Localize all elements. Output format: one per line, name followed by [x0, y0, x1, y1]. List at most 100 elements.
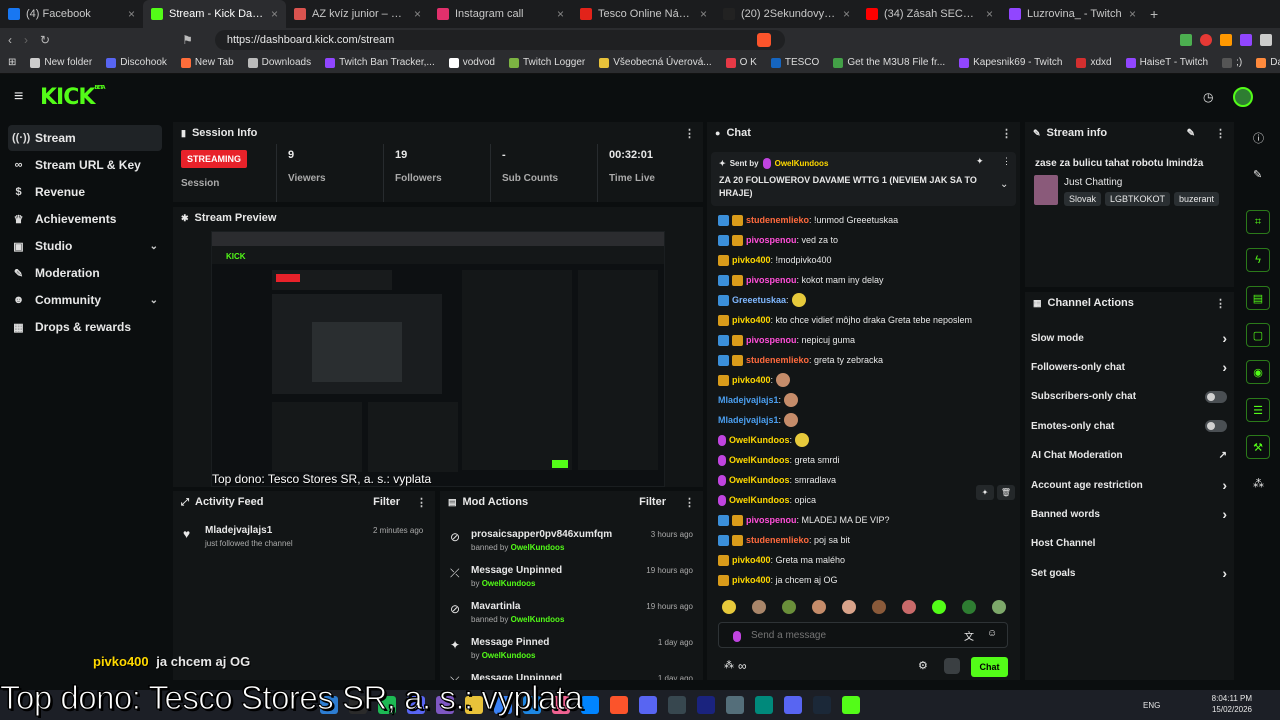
emote-icon[interactable] — [872, 600, 886, 614]
tag-chip[interactable]: LGBTKOKOT — [1105, 192, 1171, 206]
chat-input[interactable] — [751, 627, 941, 644]
chat-message[interactable]: pivospenou: nepicuj guma — [718, 333, 855, 347]
extension-icon[interactable] — [1200, 34, 1212, 46]
close-icon[interactable]: × — [1129, 7, 1136, 21]
chat-message[interactable]: OwelKundoos: opica — [718, 493, 816, 507]
send-chat-button[interactable]: Chat — [971, 657, 1008, 677]
chat-username[interactable]: pivko400 — [732, 315, 771, 325]
activity-filter-button[interactable]: Filter — [373, 496, 400, 508]
browser-tab[interactable]: Tesco Online Nákupy – Nákup × — [572, 0, 715, 28]
browser-tab[interactable]: (20) 2SekundovyMato on X: "I × — [715, 0, 858, 28]
chat-message[interactable]: OwelKundoos: greta smrdi — [718, 453, 840, 467]
more-options-icon[interactable]: ⋮ — [1215, 127, 1226, 140]
bookmark-item[interactable]: Twitch Ban Tracker,... — [325, 57, 435, 68]
url-field[interactable]: https://dashboard.kick.com/stream — [214, 30, 785, 50]
chat-username[interactable]: pivospenou — [746, 235, 797, 245]
infinity-icon[interactable]: ∞ — [738, 659, 747, 673]
app-icon[interactable] — [639, 696, 657, 714]
more-options-icon[interactable]: ⋮ — [416, 496, 427, 509]
emote-icon[interactable] — [812, 600, 826, 614]
chevron-down-icon[interactable]: ⌄ — [150, 241, 158, 252]
app-icon[interactable] — [697, 696, 715, 714]
extension-icon[interactable] — [1180, 34, 1192, 46]
chat-message[interactable]: studenemlieko: greta ty zebracka — [718, 353, 883, 367]
chat-message[interactable]: OwelKundoos: — [718, 433, 810, 447]
category-name[interactable]: Just Chatting — [1064, 177, 1122, 188]
emote-icon[interactable] — [752, 600, 766, 614]
bookmark-item[interactable]: TESCO — [770, 57, 819, 68]
avatar[interactable] — [1233, 87, 1253, 107]
channel-action-subscribers-only-chat[interactable]: Subscribers-only chat — [1031, 386, 1227, 408]
channel-action-emotes-only-chat[interactable]: Emotes-only chat — [1031, 415, 1227, 437]
pinned-message[interactable]: ✦ Sent by OwelKundoos ✦ ⋮ ZA 20 FOLLOWER… — [711, 152, 1016, 206]
chat-username[interactable]: Mladejvajlajs1 — [718, 415, 779, 425]
sidebar-item-revenue[interactable]: $ Revenue — [8, 179, 162, 205]
back-icon[interactable]: ‹ — [8, 33, 12, 47]
settings-gear-icon[interactable]: ⚙ — [918, 659, 928, 672]
bookmark-item[interactable]: Get the M3U8 File fr... — [833, 57, 945, 68]
bookmark-icon[interactable]: ⚑ — [182, 33, 193, 47]
emote-icon[interactable] — [722, 600, 736, 614]
clock[interactable]: 8:04:11 PM 15/02/2026 — [1208, 693, 1252, 715]
hamburger-menu-icon[interactable]: ≡ — [14, 88, 23, 106]
app-icon[interactable] — [726, 696, 744, 714]
chat-username[interactable]: OwelKundoos — [729, 475, 790, 485]
chevron-right-icon[interactable]: › — [1222, 330, 1227, 346]
tag-chip[interactable]: buzerant — [1174, 192, 1220, 206]
chevron-right-icon[interactable]: › — [1222, 506, 1227, 522]
bookmark-item[interactable]: xdxd — [1076, 57, 1112, 68]
chat-username[interactable]: pivospenou — [746, 275, 797, 285]
broadcast-icon[interactable]: ◉ — [1246, 360, 1270, 384]
extension-icon[interactable] — [1260, 34, 1272, 46]
emote-icon[interactable] — [782, 600, 796, 614]
bookmark-item[interactable]: New Tab — [180, 57, 234, 68]
help-icon[interactable]: ◷ — [1203, 90, 1213, 104]
chevron-right-icon[interactable]: › — [1222, 359, 1227, 375]
channel-action-set-goals[interactable]: Set goals › — [1031, 562, 1227, 584]
chat-username[interactable]: pivko400 — [732, 555, 771, 565]
chat-message[interactable]: pivko400: kto chce vidieť môjho draka Gr… — [718, 313, 972, 327]
chat-username[interactable]: pivko400 — [732, 255, 771, 265]
mod-action-moderator[interactable]: OwelKundoos — [511, 615, 565, 624]
channel-action-banned-words[interactable]: Banned words › — [1031, 503, 1227, 525]
sidebar-item-moderation[interactable]: ✎ Moderation — [8, 260, 162, 286]
app-icon[interactable] — [842, 696, 860, 714]
more-options-icon[interactable]: ⋮ — [1001, 127, 1012, 140]
chat-username[interactable]: pivko400 — [732, 575, 771, 585]
bookmark-item[interactable]: Discohook — [106, 57, 167, 68]
bookmark-item[interactable]: ;) — [1222, 57, 1242, 68]
extension-icon[interactable] — [1220, 34, 1232, 46]
close-icon[interactable]: × — [128, 7, 135, 21]
sidebar-item-community[interactable]: ☻ Community ⌄ — [8, 287, 162, 313]
app-icon[interactable] — [813, 696, 831, 714]
delete-message-icon[interactable]: 🗑 — [997, 485, 1015, 500]
browser-tab[interactable]: (4) Facebook × — [0, 0, 143, 28]
forward-icon[interactable]: › — [24, 33, 28, 47]
close-icon[interactable]: × — [986, 7, 993, 21]
chat-username[interactable]: OwelKundoos — [729, 495, 790, 505]
chat-username[interactable]: pivospenou — [746, 515, 797, 525]
chat-message[interactable]: pivospenou: MLADEJ MA DE VIP? — [718, 513, 890, 527]
language-indicator[interactable]: ENG — [1143, 701, 1160, 710]
emoji-picker-icon[interactable]: ☺ — [987, 628, 997, 639]
mod-filter-button[interactable]: Filter — [639, 496, 666, 508]
chat-username[interactable]: Mladejvajlajs1 — [718, 395, 779, 405]
emote-icon[interactable] — [842, 600, 856, 614]
community-icon[interactable]: ⁂ — [1253, 477, 1264, 490]
more-options-icon[interactable]: ⋮ — [1215, 297, 1226, 310]
chat-message[interactable]: pivko400: Greta ma malého — [718, 553, 845, 567]
channel-action-host-channel[interactable]: Host Channel — [1031, 533, 1227, 555]
sidebar-item-achievements[interactable]: ♛ Achievements — [8, 206, 162, 232]
close-icon[interactable]: × — [557, 7, 564, 21]
app-icon[interactable] — [784, 696, 802, 714]
chat-message[interactable]: pivko400: — [718, 373, 791, 387]
edit-stream-info-icon[interactable]: ✎ — [1187, 128, 1195, 139]
chat-message[interactable]: pivko400: !modpivko400 — [718, 253, 832, 267]
mod-action-moderator[interactable]: OwelKundoos — [482, 579, 536, 588]
kick-logo[interactable]: KICKBETA — [40, 85, 106, 110]
chat-message[interactable]: pivko400: ja chcem aj OG — [718, 573, 838, 587]
bookmark-item[interactable]: HaiseT - Twitch — [1125, 57, 1208, 68]
chat-username[interactable]: studenemlieko — [746, 355, 809, 365]
chat-username[interactable]: Greeetuskaa — [732, 295, 786, 305]
close-icon[interactable]: × — [843, 7, 850, 21]
